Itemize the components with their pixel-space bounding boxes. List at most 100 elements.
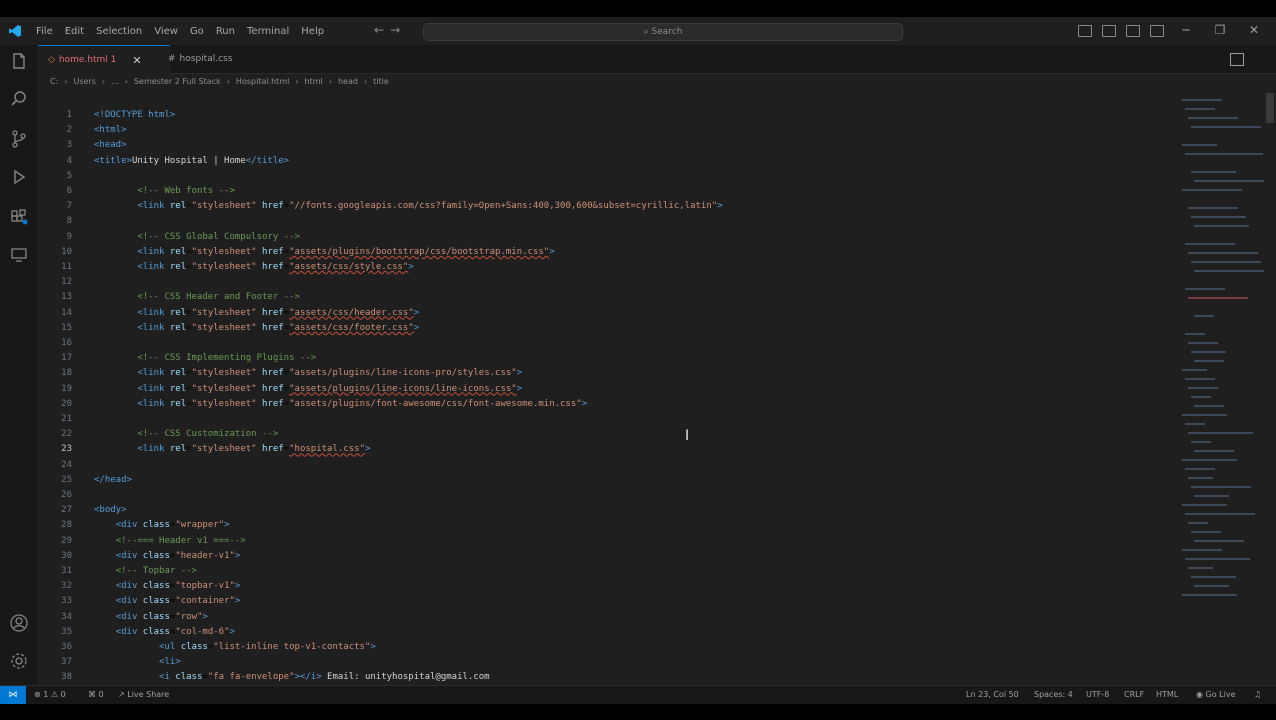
minimap[interactable] [1172, 91, 1269, 685]
source-control-icon[interactable] [9, 129, 29, 149]
forward-arrow-icon[interactable]: → [390, 23, 400, 37]
code-line[interactable]: 13 <!-- CSS Header and Footer --> [38, 290, 1172, 305]
toggle-sidebar-icon[interactable] [1078, 25, 1092, 37]
menu-help[interactable]: Help [295, 26, 330, 37]
command-center-search[interactable]: ⌕ Search [423, 23, 903, 41]
breadcrumb-item[interactable]: head [338, 74, 358, 90]
restore-icon[interactable]: ❐ [1208, 23, 1232, 37]
code-line[interactable]: 16 [38, 336, 1172, 351]
breadcrumb-item[interactable]: C: [50, 74, 58, 90]
code-line[interactable]: 22 <!-- CSS Customization --> [38, 427, 1172, 442]
minimap-line [1188, 522, 1208, 524]
code-line[interactable]: 3 <head> [38, 138, 1172, 153]
cursor-position[interactable]: Ln 23, Col 50 [966, 686, 1019, 704]
encoding-status[interactable]: UTF-8 [1086, 686, 1109, 704]
code-line[interactable]: 11 <link rel="stylesheet" href="assets/c… [38, 260, 1172, 275]
problems-status[interactable]: ⊗ 1 ⚠ 0 [34, 686, 66, 704]
code-line[interactable]: 19 <link rel="stylesheet" href="assets/p… [38, 382, 1172, 397]
split-editor-icon[interactable] [1230, 53, 1244, 66]
code-line[interactable]: 15 <link rel="stylesheet" href="assets/c… [38, 321, 1172, 336]
customize-layout-icon[interactable] [1150, 25, 1164, 37]
breadcrumb-item[interactable]: html [305, 74, 323, 90]
account-icon[interactable] [9, 613, 29, 633]
code-line[interactable]: 35 <div class="col-md-6"> [38, 625, 1172, 640]
code-line[interactable]: 1 <!DOCTYPE html> [38, 108, 1172, 123]
code-line[interactable]: 27 <body> [38, 503, 1172, 518]
code-line[interactable]: 24 [38, 458, 1172, 473]
minimap-line [1185, 288, 1225, 290]
close-tab-icon[interactable]: ✕ [132, 54, 141, 67]
code-line[interactable]: 31 <!-- Topbar --> [38, 564, 1172, 579]
menu-run[interactable]: Run [210, 26, 241, 37]
toggle-secondary-sidebar-icon[interactable] [1126, 25, 1140, 37]
code-line[interactable]: 5 [38, 169, 1172, 184]
back-arrow-icon[interactable]: ← [374, 23, 384, 37]
remote-explorer-icon[interactable] [9, 245, 29, 265]
code-line[interactable]: 8 [38, 214, 1172, 229]
breadcrumb-item[interactable]: Hospital.html [236, 74, 289, 90]
code-line[interactable]: 26 [38, 488, 1172, 503]
menu-view[interactable]: View [148, 26, 184, 37]
breadcrumb-item[interactable]: Users [73, 74, 95, 90]
code-line[interactable]: 25 </head> [38, 473, 1172, 488]
minimap-line [1188, 432, 1253, 434]
menu-edit[interactable]: Edit [59, 26, 90, 37]
code-line[interactable]: 34 <div class="row"> [38, 610, 1172, 625]
breadcrumb-item[interactable]: title [373, 74, 389, 90]
code-line[interactable]: 20 <link rel="stylesheet" href="assets/p… [38, 397, 1172, 412]
code-line[interactable]: 21 [38, 412, 1172, 427]
code-line[interactable]: 6 <!-- Web fonts --> [38, 184, 1172, 199]
breadcrumb-item[interactable]: ... [111, 74, 119, 90]
code-line[interactable]: 10 <link rel="stylesheet" href="assets/p… [38, 245, 1172, 260]
close-window-icon[interactable]: ✕ [1242, 23, 1266, 37]
code-line[interactable]: 2 <html> [38, 123, 1172, 138]
code-line[interactable]: 18 <link rel="stylesheet" href="assets/p… [38, 366, 1172, 381]
menu-terminal[interactable]: Terminal [241, 26, 295, 37]
minimize-icon[interactable]: ─ [1174, 23, 1198, 37]
code-line[interactable]: 4 <title>Unity Hospital | Home</title> [38, 154, 1172, 169]
menu-go[interactable]: Go [184, 26, 210, 37]
menu-selection[interactable]: Selection [90, 26, 148, 37]
minimap-line [1185, 333, 1205, 335]
menu-file[interactable]: File [30, 26, 59, 37]
line-number: 2 [66, 125, 72, 136]
code-line[interactable]: 29 <!--=== Header v1 ===--> [38, 534, 1172, 549]
toggle-panel-icon[interactable] [1102, 25, 1116, 37]
tab-home-html[interactable]: ◇ home.html 1 ✕ [38, 45, 170, 74]
run-debug-icon[interactable] [9, 167, 29, 187]
go-live-button[interactable]: ◉ Go Live [1196, 686, 1236, 704]
css-file-icon: # [168, 54, 176, 64]
explorer-icon[interactable] [9, 51, 29, 71]
language-mode[interactable]: HTML [1156, 686, 1178, 704]
code-editor[interactable]: 1 <!DOCTYPE html> 2 <html> 3 <head> 4 <title>Un… [38, 91, 1172, 685]
extensions-icon[interactable] [9, 207, 29, 227]
notifications-bell-icon[interactable]: ♫ [1254, 686, 1261, 704]
code-line[interactable]: 33 <div class="container"> [38, 594, 1172, 609]
code-line[interactable]: 32 <div class="topbar-v1"> [38, 579, 1172, 594]
code-line[interactable]: 28 <div class="wrapper"> [38, 518, 1172, 533]
live-share-button[interactable]: ↗ Live Share [118, 686, 169, 704]
code-text: <!-- Web fonts --> [137, 186, 235, 196]
code-line[interactable]: 30 <div class="header-v1"> [38, 549, 1172, 564]
code-line[interactable]: 23 <link rel="stylesheet" href="hospital… [38, 442, 1172, 457]
code-line[interactable]: 7 <link rel="stylesheet" href="//fonts.g… [38, 199, 1172, 214]
code-line[interactable]: 9 <!-- CSS Global Compulsory --> [38, 230, 1172, 245]
indentation-status[interactable]: Spaces: 4 [1034, 686, 1073, 704]
tab-hospital-css[interactable]: # hospital.css [158, 45, 242, 73]
code-line[interactable]: 17 <!-- CSS Implementing Plugins --> [38, 351, 1172, 366]
breadcrumb-item[interactable]: Semester 2 Full Stack [134, 74, 221, 90]
ports-status[interactable]: ⌘ 0 [88, 686, 104, 704]
settings-gear-icon[interactable] [9, 651, 29, 671]
eol-status[interactable]: CRLF [1124, 686, 1144, 704]
remote-indicator-icon[interactable]: ⋈ [0, 686, 26, 704]
editor-scrollbar[interactable] [1264, 91, 1276, 685]
code-line[interactable]: 12 [38, 275, 1172, 290]
code-line[interactable]: 14 <link rel="stylesheet" href="assets/c… [38, 306, 1172, 321]
scrollbar-thumb[interactable] [1266, 93, 1274, 123]
search-icon[interactable] [9, 89, 29, 109]
code-text: <link rel="stylesheet" href="assets/css/… [137, 322, 420, 333]
code-text: <link rel="stylesheet" href="assets/plug… [137, 398, 588, 409]
code-line[interactable]: 36 <ul class="list-inline top-v1-contact… [38, 640, 1172, 655]
code-line[interactable]: 38 <i class="fa fa-envelope"></i> Email:… [38, 670, 1172, 685]
code-line[interactable]: 37 <li> [38, 655, 1172, 670]
